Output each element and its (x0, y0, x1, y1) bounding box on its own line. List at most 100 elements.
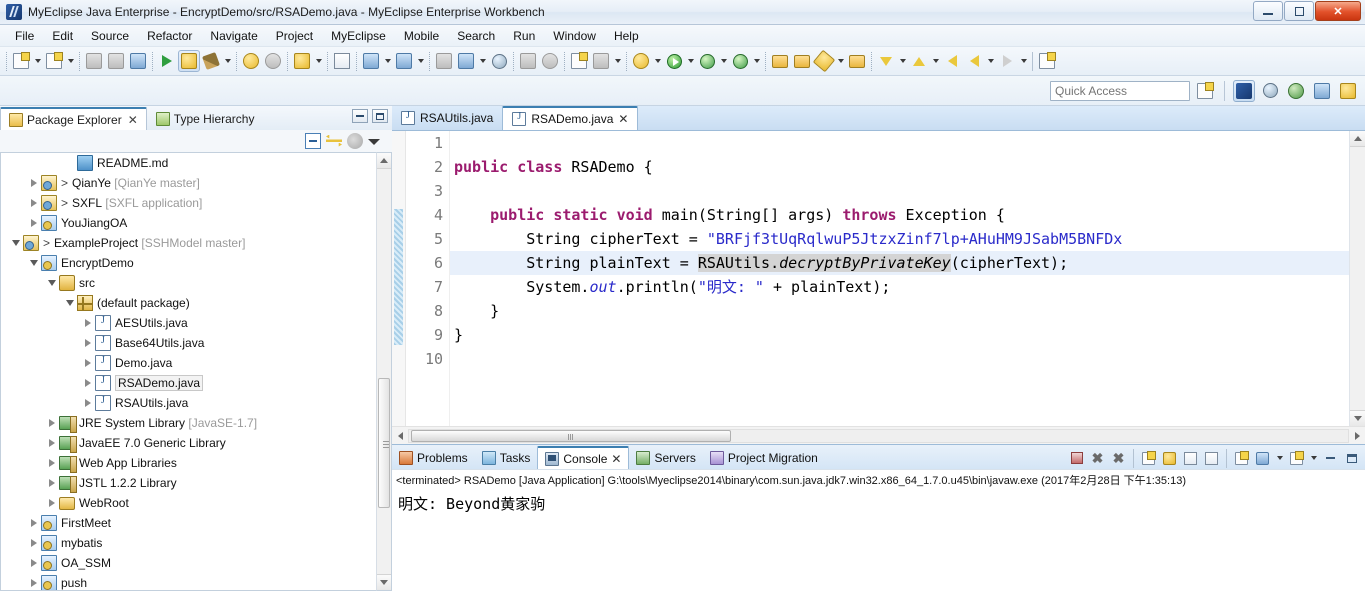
coverage-icon[interactable] (729, 50, 751, 72)
maximize-button[interactable] (1342, 449, 1361, 468)
marker-column[interactable] (392, 131, 406, 426)
tree-item[interactable]: Demo.java (1, 353, 376, 373)
minimize-button[interactable] (1321, 449, 1340, 468)
tree-item[interactable]: > QianYe [QianYe master] (1, 173, 376, 193)
expand-twisty-icon[interactable] (81, 333, 95, 353)
run-icon[interactable] (663, 50, 685, 72)
db-browser-icon[interactable] (517, 50, 539, 72)
tab-tasks[interactable]: Tasks (475, 446, 538, 469)
scroll-down-button[interactable] (377, 574, 391, 590)
close-icon[interactable]: ✕ (618, 112, 628, 126)
code-line[interactable]: } (450, 323, 1349, 347)
new-wizard-icon[interactable] (10, 50, 32, 72)
build-hammer-icon[interactable] (200, 50, 222, 72)
tree-item[interactable]: src (1, 273, 376, 293)
tab-project-migration[interactable]: Project Migration (703, 446, 825, 469)
source-code[interactable]: public class RSADemo { public static voi… (450, 131, 1349, 426)
terminate-icon[interactable] (1067, 449, 1086, 468)
tree-item[interactable]: JRE System Library [JavaSE-1.7] (1, 413, 376, 433)
tree-item[interactable]: Base64Utils.java (1, 333, 376, 353)
scroll-left-button[interactable] (392, 428, 408, 444)
expand-twisty-icon[interactable] (45, 413, 59, 433)
validate-icon[interactable] (291, 50, 313, 72)
myeclipse-perspective-icon[interactable] (1233, 79, 1255, 102)
new-wizard-dropdown-icon[interactable] (32, 50, 43, 72)
collapse-twisty-icon[interactable] (63, 293, 77, 313)
tab-type-hierarchy[interactable]: Type Hierarchy (147, 107, 264, 130)
expand-twisty-icon[interactable] (27, 533, 41, 553)
back-dropdown-icon[interactable] (985, 50, 996, 72)
print-icon[interactable] (127, 50, 149, 72)
debug-dropdown-icon[interactable] (652, 50, 663, 72)
scroll-right-button[interactable] (1349, 428, 1365, 444)
code-line[interactable]: String plainText = RSAUtils.decryptByPri… (450, 251, 1349, 275)
menu-help[interactable]: Help (605, 27, 648, 45)
tree-item[interactable]: YouJiangOA (1, 213, 376, 233)
tab-servers[interactable]: Servers (629, 446, 702, 469)
code-line[interactable] (450, 131, 1349, 155)
expand-twisty-icon[interactable] (81, 353, 95, 373)
menu-window[interactable]: Window (544, 27, 605, 45)
tree-item[interactable]: JavaEE 7.0 Generic Library (1, 433, 376, 453)
tree-item[interactable]: (default package) (1, 293, 376, 313)
open-console-icon[interactable] (1232, 449, 1251, 468)
code-line[interactable] (450, 179, 1349, 203)
word-wrap-icon[interactable] (1181, 449, 1200, 468)
open-type-icon[interactable] (769, 50, 791, 72)
tree-item[interactable]: JSTL 1.2.2 Library (1, 473, 376, 493)
scroll-lock-icon[interactable] (1160, 449, 1179, 468)
link-with-editor-icon[interactable] (326, 133, 342, 148)
tree-item[interactable]: Web App Libraries (1, 453, 376, 473)
menu-file[interactable]: File (6, 27, 43, 45)
tree-item[interactable]: RSADemo.java (1, 373, 376, 393)
quick-access-input[interactable] (1050, 80, 1190, 101)
collapse-all-icon[interactable] (305, 132, 321, 149)
sync-icon[interactable] (539, 50, 561, 72)
db-explorer-icon[interactable] (590, 50, 612, 72)
tree-item[interactable]: FirstMeet (1, 513, 376, 533)
code-line[interactable]: System.out.println("明文: " + plainText); (450, 275, 1349, 299)
display-selected-console-icon[interactable] (1253, 449, 1272, 468)
close-icon[interactable]: ✕ (128, 113, 138, 127)
menu-refactor[interactable]: Refactor (138, 27, 201, 45)
debug-perspective-icon[interactable] (1337, 80, 1359, 102)
tree-item[interactable]: AESUtils.java (1, 313, 376, 333)
team-perspective-icon[interactable] (1285, 80, 1307, 102)
prev-edit-dropdown-icon[interactable] (930, 50, 941, 72)
editor-vertical-scrollbar[interactable] (1349, 131, 1365, 426)
report-icon[interactable] (393, 50, 415, 72)
code-line[interactable] (450, 347, 1349, 371)
expand-twisty-icon[interactable] (27, 513, 41, 533)
next-edit-dropdown-icon[interactable] (897, 50, 908, 72)
view-menu-icon[interactable] (368, 133, 384, 149)
open-perspective-icon[interactable] (1194, 80, 1216, 102)
search-dropdown-icon[interactable] (835, 50, 846, 72)
collapse-twisty-icon[interactable] (27, 253, 41, 273)
focus-icon[interactable] (347, 132, 363, 149)
code-line[interactable]: } (450, 299, 1349, 323)
display-console-dropdown-icon[interactable] (1274, 447, 1285, 469)
tree-item[interactable]: push (1, 573, 376, 590)
tree-item[interactable]: EncryptDemo (1, 253, 376, 273)
back-icon[interactable] (941, 50, 963, 72)
validate-dropdown-icon[interactable] (313, 50, 324, 72)
new-java-project-icon[interactable] (43, 50, 65, 72)
tree-item[interactable]: mybatis (1, 533, 376, 553)
tab-problems[interactable]: Problems (392, 446, 475, 469)
scroll-down-button[interactable] (1350, 410, 1365, 426)
menu-project[interactable]: Project (267, 27, 322, 45)
prev-edit-icon[interactable] (908, 50, 930, 72)
undo-icon[interactable] (240, 50, 262, 72)
myeclipse-deploy-icon[interactable] (178, 50, 200, 72)
expand-twisty-icon[interactable] (81, 313, 95, 333)
new-console-view-icon[interactable] (1287, 449, 1306, 468)
hscroll-thumb[interactable] (411, 429, 731, 442)
tree-item[interactable]: > ExampleProject [SSHModel master] (1, 233, 376, 253)
run-server-icon[interactable] (455, 50, 477, 72)
console-output[interactable]: 明文: Beyond黄家驹 (392, 487, 1365, 591)
export-icon[interactable] (433, 50, 455, 72)
project-tree[interactable]: README.md > QianYe [QianYe master] > SXFL [S… (0, 152, 376, 591)
run-config-icon[interactable] (696, 50, 718, 72)
editor-tab-rsautils[interactable]: RSAUtils.java (392, 106, 502, 130)
expand-twisty-icon[interactable] (81, 393, 95, 413)
